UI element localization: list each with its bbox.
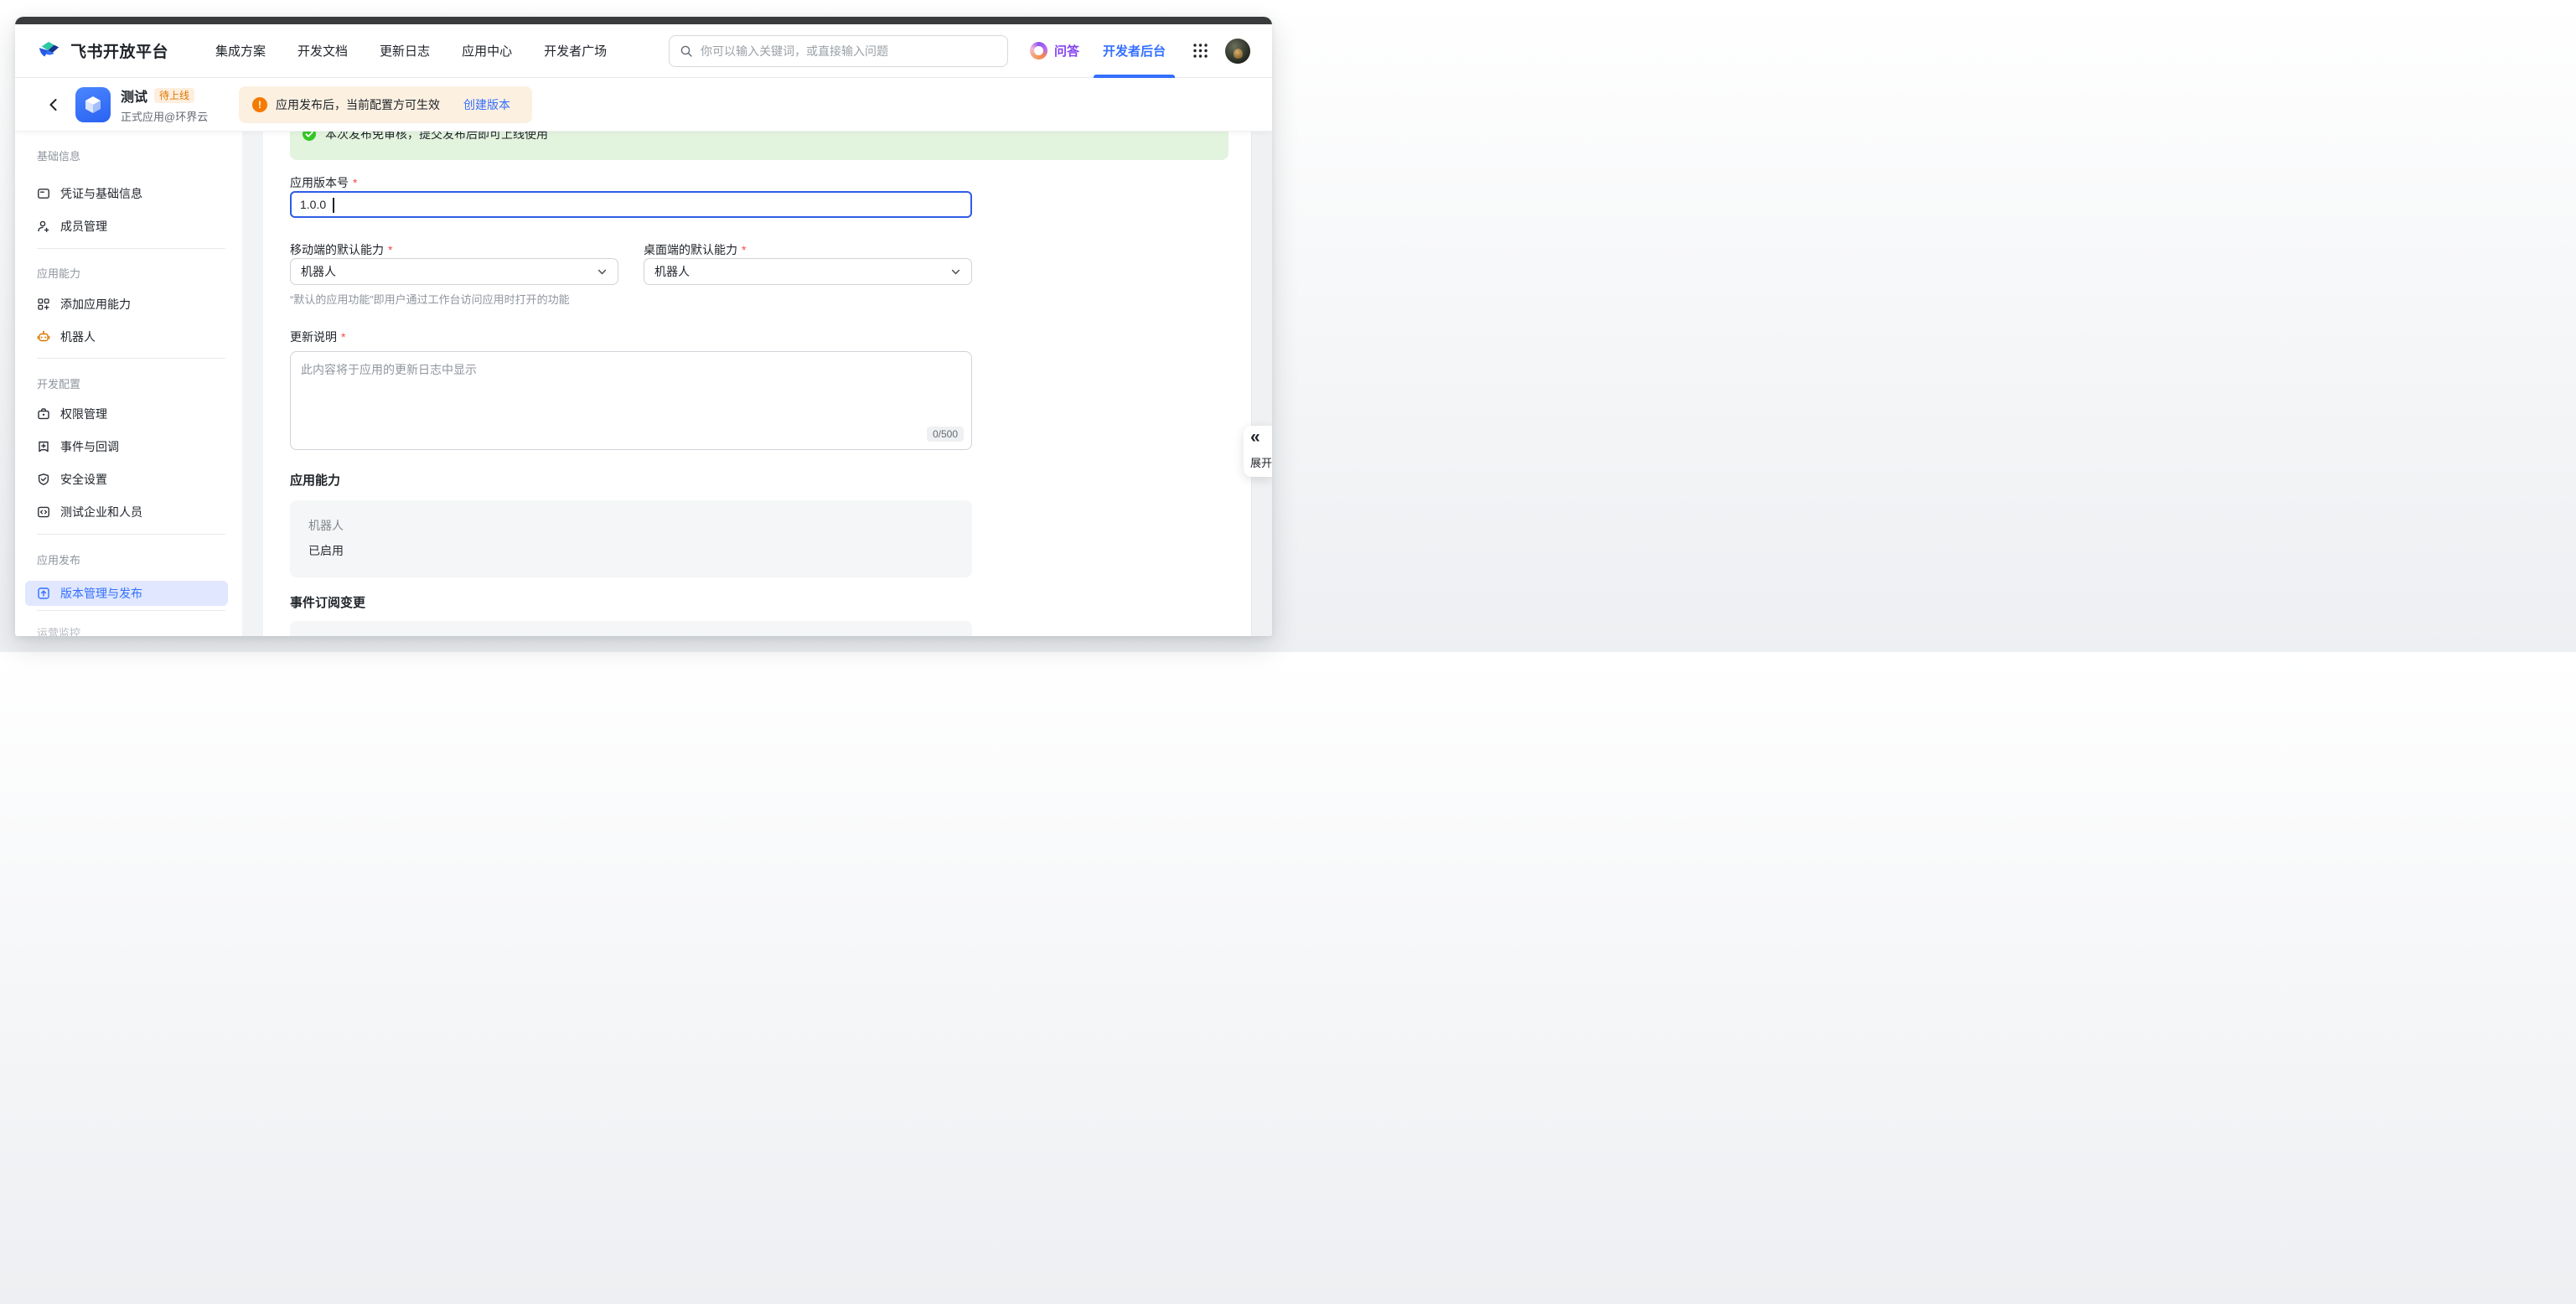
code-icon: [37, 505, 50, 519]
text-caret: [333, 198, 334, 213]
app-title-block: 测试 待上线 正式应用@环界云: [121, 85, 208, 124]
search-icon: [680, 44, 693, 58]
robot-icon: [37, 330, 50, 344]
grid-dots-icon: [1192, 43, 1208, 59]
sidebar-divider: [37, 358, 225, 359]
sidebar-divider: [37, 248, 225, 249]
sidebar: 基础信息 凭证与基础信息 成员管理 应用能力: [15, 132, 242, 636]
search-input[interactable]: [701, 44, 997, 58]
success-banner: 本次发布免审核，提交发布后即可上线使用: [290, 132, 1229, 160]
browser-window: 飞书开放平台 集成方案 开发文档 更新日志 应用中心 开发者广场 问答 开发者后…: [15, 17, 1272, 636]
sidebar-divider: [37, 534, 225, 535]
top-menu: 集成方案 开发文档 更新日志 应用中心 开发者广场: [215, 42, 607, 60]
release-notes-field[interactable]: 0/500: [290, 351, 972, 450]
publish-icon: [37, 587, 50, 600]
release-notes-label: 更新说明: [290, 329, 345, 345]
expand-label: 展开: [1250, 454, 1272, 470]
feishu-logo-icon: [37, 40, 62, 62]
qa-label: 问答: [1054, 42, 1079, 60]
events-heading: 事件订阅变更: [290, 593, 365, 611]
capability-summary-box: 机器人 已启用: [290, 500, 972, 577]
sidebar-item-members[interactable]: 成员管理: [25, 214, 228, 239]
capability-name: 机器人: [308, 517, 344, 534]
chevron-left-icon: [46, 97, 61, 112]
create-version-link[interactable]: 创建版本: [463, 96, 510, 113]
back-button[interactable]: [44, 95, 64, 115]
collapsed-drawer-strip: [1251, 132, 1272, 636]
mobile-capability-label: 移动端的默认能力: [290, 241, 392, 258]
success-banner-text: 本次发布免审核，提交发布后即可上线使用: [325, 132, 548, 142]
expand-drawer-tab[interactable]: « 展开: [1244, 426, 1272, 477]
app-launcher-button[interactable]: [1192, 43, 1208, 59]
menu-item-developer-market[interactable]: 开发者广场: [544, 42, 607, 60]
char-counter: 0/500: [927, 427, 964, 442]
publish-warning-banner: ! 应用发布后，当前配置方可生效 创建版本: [239, 86, 532, 123]
sidebar-item-events-callbacks[interactable]: 事件与回调: [25, 434, 228, 459]
mobile-capability-select[interactable]: 机器人: [290, 258, 618, 285]
release-notes-textarea[interactable]: [291, 352, 971, 449]
qa-link[interactable]: 问答: [1030, 42, 1079, 60]
main-content: 本次发布免审核，提交发布后即可上线使用 应用版本号 移动端的默认能力 机器人 桌…: [263, 132, 1251, 636]
sidebar-content-gutter: [242, 132, 263, 636]
sidebar-item-version-management[interactable]: 版本管理与发布: [25, 581, 228, 606]
desktop-capability-select[interactable]: 机器人: [644, 258, 972, 285]
menu-item-app-center[interactable]: 应用中心: [462, 42, 512, 60]
grid-add-icon: [37, 298, 50, 311]
app-header: 测试 待上线 正式应用@环界云 ! 应用发布后，当前配置方可生效 创建版本: [15, 78, 1272, 132]
global-search[interactable]: [669, 35, 1008, 67]
version-label: 应用版本号: [290, 174, 357, 191]
default-capability-hint: “默认的应用功能”即用户通过工作台访问应用时打开的功能: [290, 291, 570, 307]
double-chevron-left-icon: «: [1250, 427, 1260, 448]
sidebar-section-release: 应用发布: [37, 551, 80, 567]
events-summary-box: [290, 621, 972, 636]
developer-console-tab[interactable]: 开发者后台: [1103, 24, 1166, 78]
user-add-icon: [37, 220, 50, 233]
menu-item-integrations[interactable]: 集成方案: [215, 42, 266, 60]
warning-icon: !: [252, 97, 267, 112]
body-row: 基础信息 凭证与基础信息 成员管理 应用能力: [15, 132, 1272, 636]
status-badge: 待上线: [154, 88, 194, 103]
user-avatar[interactable]: [1225, 39, 1250, 64]
version-field[interactable]: [290, 191, 972, 218]
shield-check-icon: [37, 473, 50, 486]
sidebar-section-capabilities: 应用能力: [37, 265, 80, 281]
app-name: 测试: [121, 85, 147, 106]
qa-ring-icon: [1030, 42, 1047, 60]
version-input[interactable]: [300, 198, 350, 211]
cube-icon: [82, 94, 104, 116]
capability-heading: 应用能力: [290, 471, 340, 489]
menu-item-changelog[interactable]: 更新日志: [380, 42, 430, 60]
sidebar-section-dev-config: 开发配置: [37, 375, 80, 391]
brand-name: 飞书开放平台: [70, 39, 168, 62]
sidebar-section-monitoring: 运营监控: [37, 624, 80, 636]
window-titlebar: [15, 17, 1272, 24]
brand[interactable]: 飞书开放平台: [37, 39, 168, 62]
desktop-capability-label: 桌面端的默认能力: [644, 241, 746, 258]
top-navbar: 飞书开放平台 集成方案 开发文档 更新日志 应用中心 开发者广场 问答 开发者后…: [15, 24, 1272, 78]
sidebar-item-credentials[interactable]: 凭证与基础信息: [25, 181, 228, 206]
warning-text: 应用发布后，当前配置方可生效: [276, 96, 440, 113]
check-circle-icon: [302, 132, 317, 142]
sidebar-item-test-company[interactable]: 测试企业和人员: [25, 499, 228, 525]
sidebar-item-bot[interactable]: 机器人: [25, 324, 228, 349]
capability-status: 已启用: [308, 542, 344, 559]
sidebar-divider: [37, 610, 225, 611]
event-callback-icon: [37, 440, 50, 453]
chevron-down-icon: [950, 266, 961, 277]
chevron-down-icon: [597, 266, 608, 277]
sidebar-item-permissions[interactable]: 权限管理: [25, 401, 228, 427]
sidebar-item-security[interactable]: 安全设置: [25, 467, 228, 492]
menu-item-docs[interactable]: 开发文档: [297, 42, 348, 60]
id-card-icon: [37, 187, 50, 200]
app-subtitle: 正式应用@环界云: [121, 108, 208, 124]
app-icon: [75, 87, 111, 122]
sidebar-item-add-capability[interactable]: 添加应用能力: [25, 292, 228, 317]
sidebar-section-basic-info: 基础信息: [37, 147, 80, 163]
briefcase-lock-icon: [37, 407, 50, 421]
